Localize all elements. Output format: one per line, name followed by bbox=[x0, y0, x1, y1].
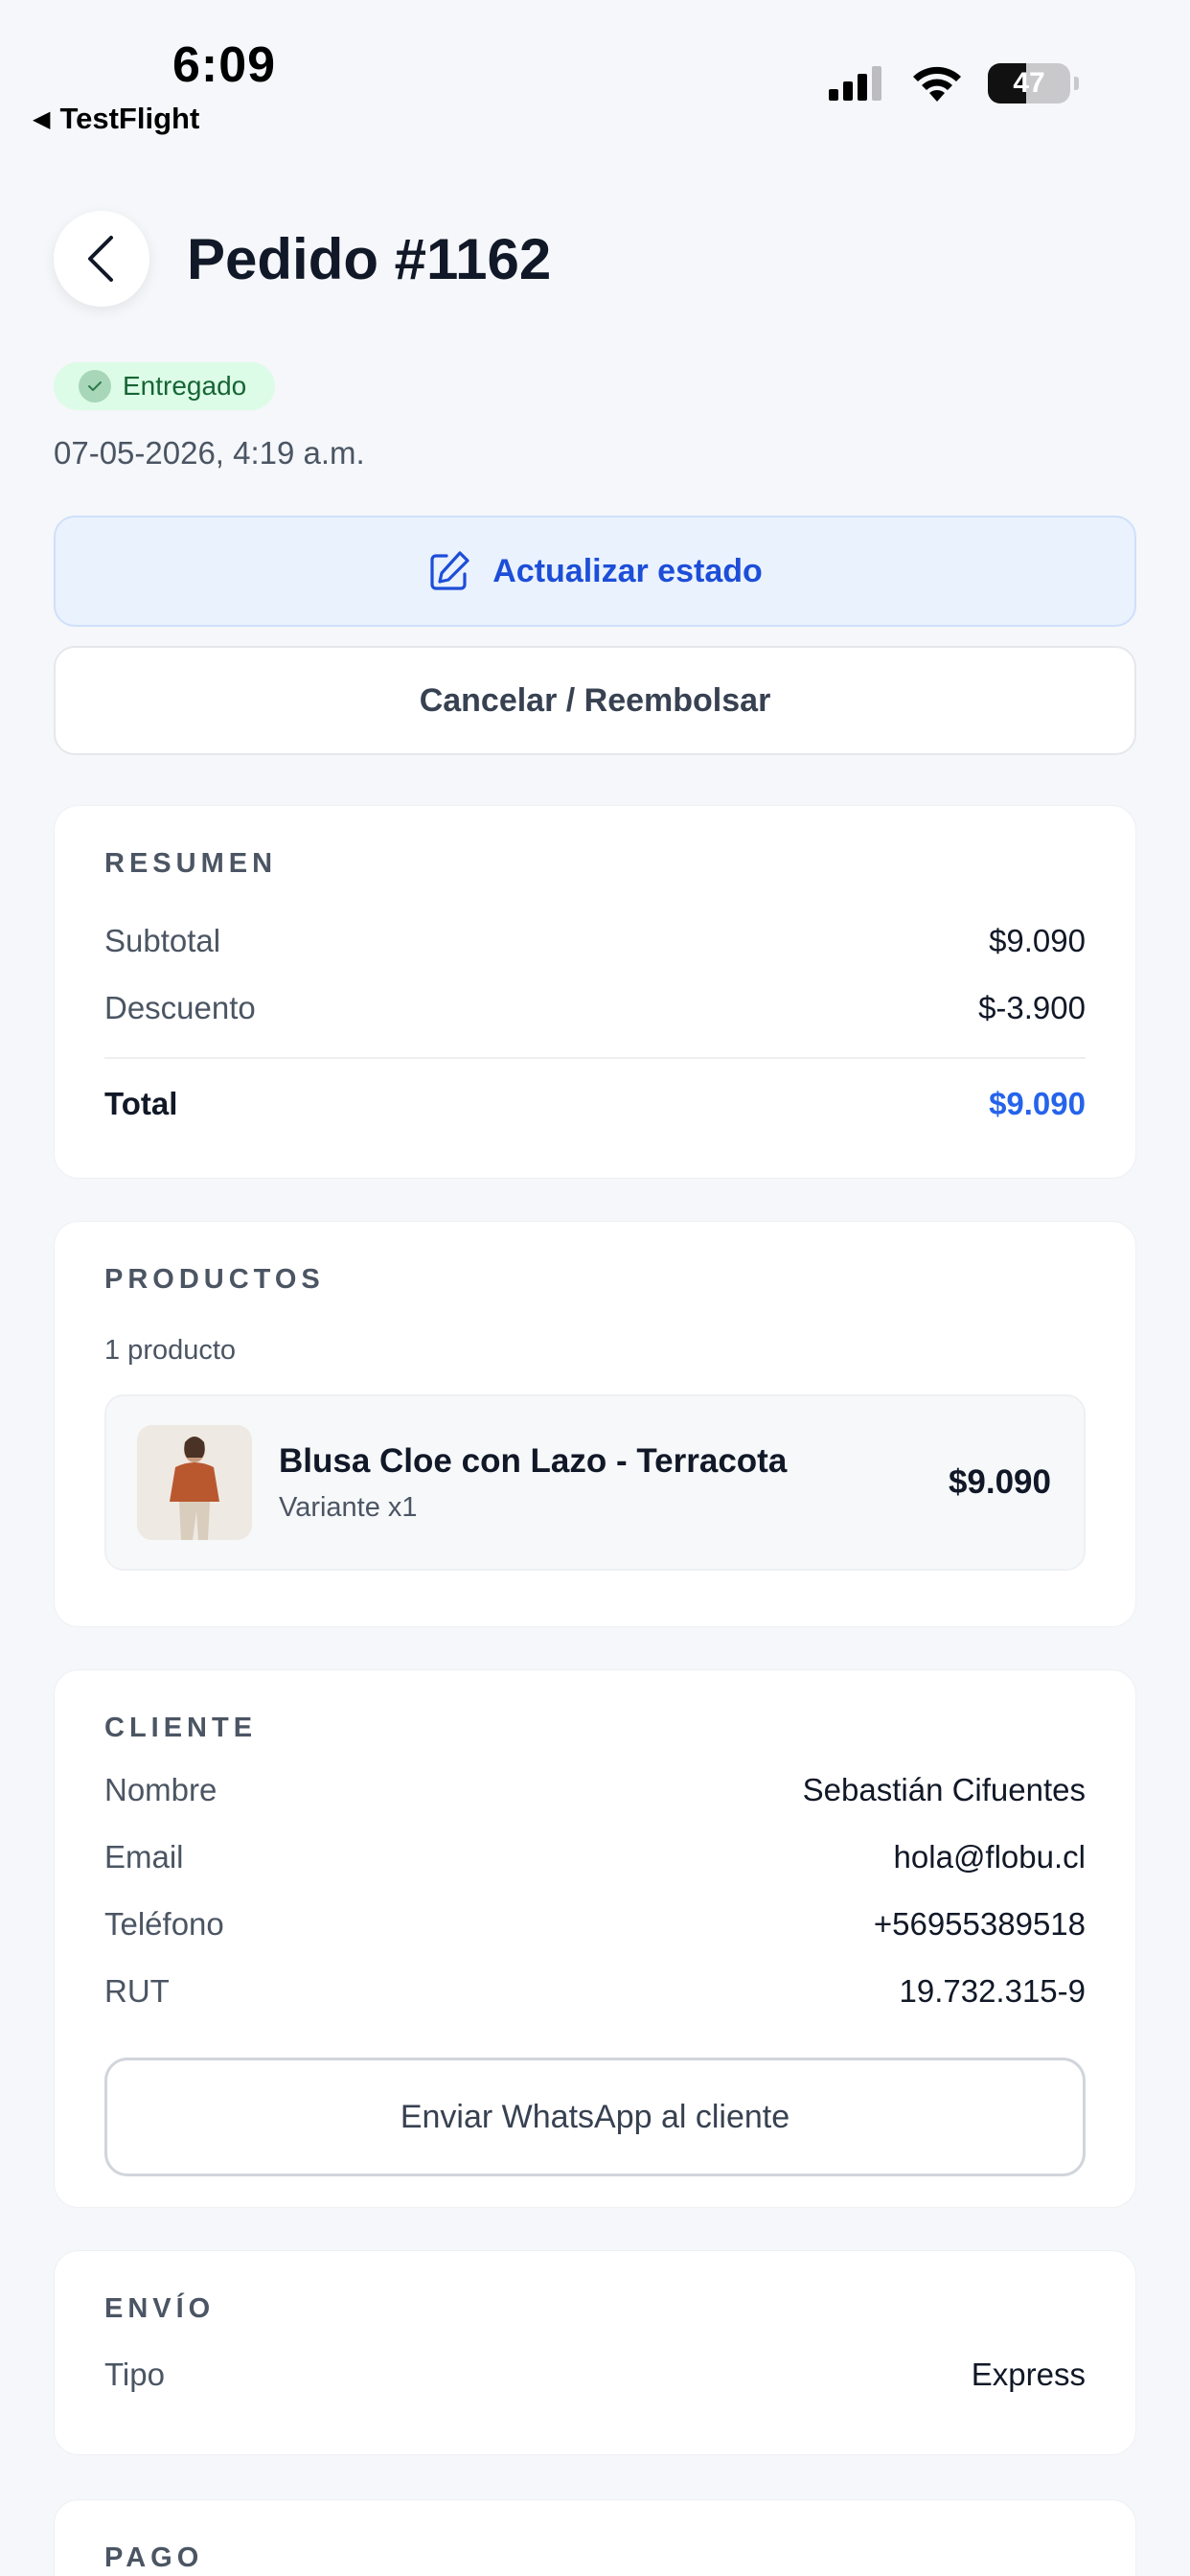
order-detail-screen: 6:09 ◀ TestFlight 47 Pedido #1162 Entreg… bbox=[0, 0, 1190, 2576]
shipping-label: Tipo bbox=[104, 2357, 165, 2392]
client-value: Sebastián Cifuentes bbox=[802, 1772, 1086, 1807]
client-label: RUT bbox=[104, 1973, 170, 2009]
client-row: Teléfono +56955389518 bbox=[104, 1906, 1086, 1943]
summary-label: Subtotal bbox=[104, 923, 221, 958]
summary-row: Subtotal $9.090 bbox=[104, 923, 1086, 959]
total-label: Total bbox=[104, 1086, 178, 1121]
cancel-refund-button[interactable]: Cancelar / Reembolsar bbox=[54, 646, 1136, 755]
total-row: Total $9.090 bbox=[104, 1086, 1086, 1122]
signal-icon bbox=[829, 66, 881, 101]
summary-label: Descuento bbox=[104, 990, 256, 1025]
back-button[interactable] bbox=[54, 211, 149, 307]
back-app-label: TestFlight bbox=[59, 102, 200, 135]
product-variant: Variante x1 bbox=[279, 1492, 418, 1523]
chevron-left-icon bbox=[88, 236, 113, 282]
status-badge: Entregado bbox=[54, 362, 276, 410]
payment-card: PAGO bbox=[54, 2499, 1136, 2576]
update-status-label: Actualizar estado bbox=[492, 552, 763, 589]
whatsapp-button[interactable]: Enviar WhatsApp al cliente bbox=[104, 2058, 1086, 2176]
product-item[interactable]: Blusa Cloe con Lazo - Terracota Variante… bbox=[104, 1394, 1086, 1571]
total-value: $9.090 bbox=[989, 1086, 1086, 1121]
edit-icon bbox=[430, 551, 469, 590]
shipping-row: Tipo Express bbox=[104, 2357, 1086, 2393]
wifi-icon bbox=[913, 66, 961, 102]
cancel-refund-label: Cancelar / Reembolsar bbox=[419, 681, 771, 719]
order-date: 07-05-2026, 4:19 a.m. bbox=[54, 435, 365, 471]
payment-title: PAGO bbox=[104, 2542, 204, 2573]
client-row: RUT 19.732.315-9 bbox=[104, 1973, 1086, 2010]
status-badge-label: Entregado bbox=[123, 371, 247, 401]
client-label: Teléfono bbox=[104, 1906, 224, 1942]
client-row: Nombre Sebastián Cifuentes bbox=[104, 1772, 1086, 1808]
summary-card: RESUMEN Subtotal $9.090 Descuento $-3.90… bbox=[54, 805, 1136, 1179]
battery-icon: 47 bbox=[988, 63, 1070, 104]
update-status-button[interactable]: Actualizar estado bbox=[54, 516, 1136, 627]
client-value: +56955389518 bbox=[873, 1906, 1086, 1942]
product-name: Blusa Cloe con Lazo - Terracota bbox=[279, 1442, 788, 1480]
summary-value: $-3.900 bbox=[978, 990, 1086, 1025]
status-time: 6:09 bbox=[172, 37, 277, 93]
products-title: PRODUCTOS bbox=[104, 1264, 325, 1295]
products-count: 1 producto bbox=[104, 1335, 237, 1366]
shipping-value: Express bbox=[971, 2357, 1086, 2392]
client-label: Email bbox=[104, 1839, 184, 1874]
shipping-card: ENVÍO Tipo Express bbox=[54, 2250, 1136, 2455]
client-value: 19.732.315-9 bbox=[899, 1973, 1086, 2009]
product-thumbnail bbox=[137, 1425, 252, 1540]
shipping-title: ENVÍO bbox=[104, 2293, 216, 2324]
status-icons: 47 bbox=[827, 63, 1079, 104]
page-title: Pedido #1162 bbox=[187, 227, 552, 291]
products-card: PRODUCTOS 1 producto Blusa Cloe con Lazo… bbox=[54, 1221, 1136, 1627]
check-icon bbox=[79, 370, 111, 402]
client-row: Email hola@flobu.cl bbox=[104, 1839, 1086, 1875]
summary-divider bbox=[104, 1057, 1086, 1059]
summary-title: RESUMEN bbox=[104, 848, 278, 879]
client-value: hola@flobu.cl bbox=[893, 1839, 1086, 1874]
back-triangle-icon: ◀ bbox=[33, 105, 51, 132]
client-label: Nombre bbox=[104, 1772, 217, 1807]
back-to-testflight-link[interactable]: ◀ TestFlight bbox=[33, 102, 199, 136]
product-price: $9.090 bbox=[948, 1463, 1051, 1501]
client-title: CLIENTE bbox=[104, 1713, 258, 1743]
summary-value: $9.090 bbox=[989, 923, 1086, 958]
whatsapp-button-label: Enviar WhatsApp al cliente bbox=[400, 2098, 790, 2135]
battery-level: 47 bbox=[1013, 67, 1045, 99]
battery-cap bbox=[1074, 77, 1079, 90]
client-card: CLIENTE Nombre Sebastián Cifuentes Email… bbox=[54, 1669, 1136, 2208]
summary-row: Descuento $-3.900 bbox=[104, 990, 1086, 1026]
